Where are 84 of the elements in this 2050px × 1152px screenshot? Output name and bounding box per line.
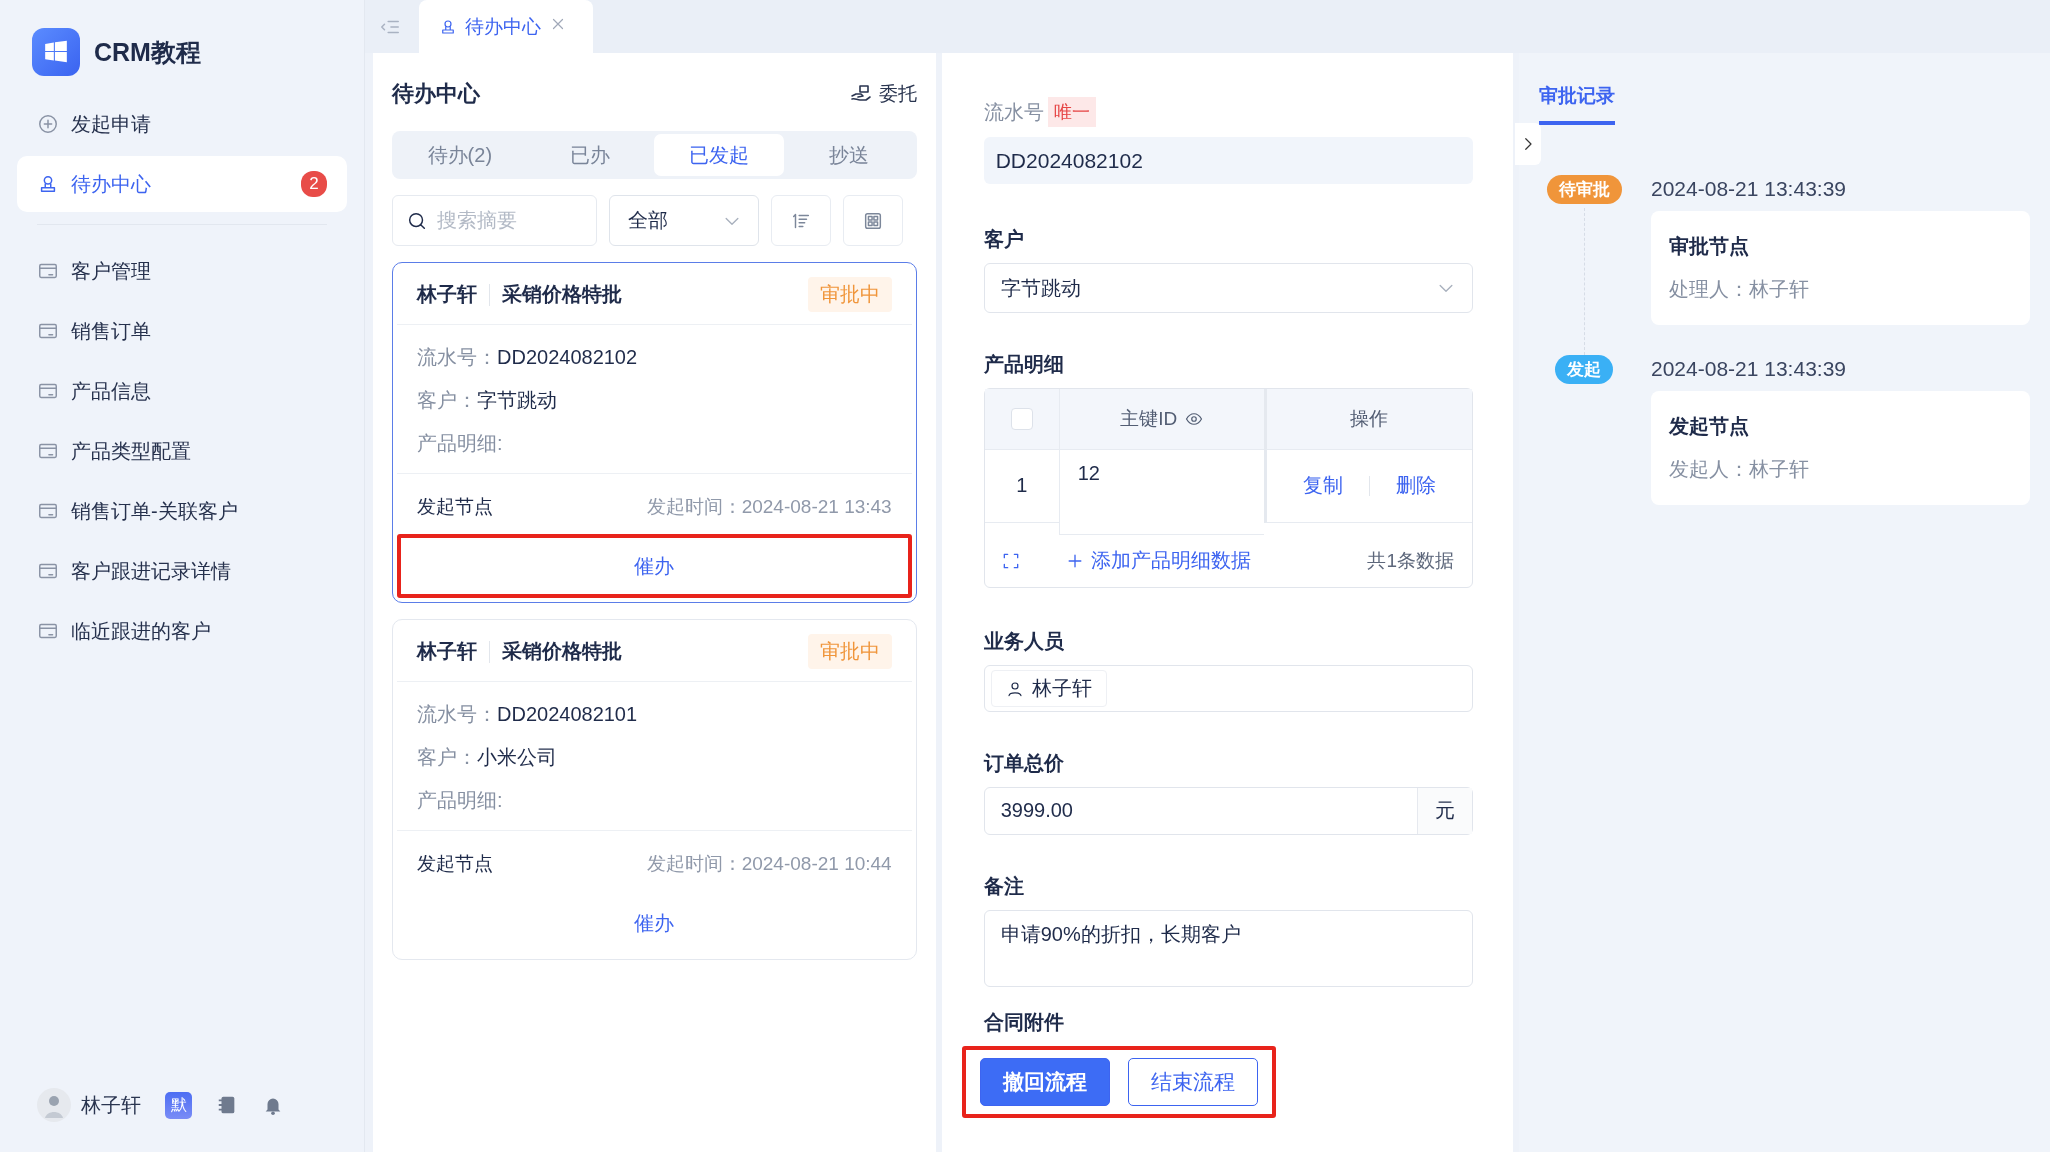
request-card[interactable]: 林子轩 采销价格特批 审批中 流水号：DD2024082102 客户：字节跳动 产品明细: 发起节点 发起时间：2024-08-21 13:43 催办 xyxy=(392,262,917,603)
field-label: 产品明细: xyxy=(417,430,503,456)
checkbox[interactable] xyxy=(1010,407,1033,430)
plus-circle-icon xyxy=(37,113,59,135)
field-value: 字节跳动 xyxy=(477,387,557,413)
field-label: 客户： xyxy=(417,744,477,770)
page-tab[interactable]: 待办中心 xyxy=(419,0,593,53)
node-name: 发起节点 xyxy=(417,495,493,519)
field-label: 备注 xyxy=(983,873,1024,899)
segment-tab[interactable]: 已发起 xyxy=(654,134,784,176)
applicant-name: 林子轩 xyxy=(417,282,477,307)
field-label: 产品明细: xyxy=(417,787,503,813)
node-name: 发起节点 xyxy=(417,852,493,876)
sidebar-item[interactable]: 待办中心 2 xyxy=(17,156,347,212)
column-header: 操作 xyxy=(1263,388,1472,450)
field-label: 客户： xyxy=(417,387,477,413)
table-action-link[interactable]: 删除 xyxy=(1395,472,1436,500)
price-field[interactable]: 3999.00 元 xyxy=(983,787,1473,835)
app-title: CRM教程 xyxy=(94,36,201,68)
table-cell: 12 xyxy=(1058,449,1264,535)
sidebar-item[interactable]: 临近跟进的客户 xyxy=(17,603,347,659)
handler-name: 发起人：林子轩 xyxy=(1669,457,1810,482)
logo-icon xyxy=(32,28,80,76)
row-number: 1 xyxy=(984,449,1059,523)
theme-badge[interactable]: 默 xyxy=(165,1091,192,1119)
sidebar-item[interactable]: 客户跟进记录详情 xyxy=(17,543,347,599)
column-header: 主键ID xyxy=(1120,406,1178,431)
request-type: 采销价格特批 xyxy=(502,639,622,664)
grid-view-button[interactable] xyxy=(843,195,903,246)
status-pill: 发起 xyxy=(1555,355,1613,384)
unique-tag: 唯一 xyxy=(1047,97,1096,127)
customer-select[interactable]: 字节跳动 xyxy=(983,263,1473,313)
sidebar-item[interactable]: 销售订单-关联客户 xyxy=(17,483,347,539)
record-tab[interactable]: 审批记录 xyxy=(1539,75,1615,125)
status-tag: 审批中 xyxy=(807,277,892,312)
serial-field[interactable]: DD2024082102 xyxy=(983,137,1473,185)
remind-button[interactable]: 催办 xyxy=(397,534,912,598)
table-action-link[interactable]: 复制 xyxy=(1302,472,1343,500)
sidebar-item[interactable]: 发起申请 xyxy=(17,96,347,152)
sidebar-item[interactable]: 产品信息 xyxy=(17,363,347,419)
status-tag: 审批中 xyxy=(807,634,892,669)
field-value: DD2024082101 xyxy=(497,702,638,726)
applicant-name: 林子轩 xyxy=(417,639,477,664)
expand-panel-button[interactable] xyxy=(1515,123,1541,165)
search-icon xyxy=(406,210,428,232)
sidebar-item[interactable]: 产品类型配置 xyxy=(17,423,347,479)
field-label: 业务人员 xyxy=(983,628,1064,654)
user-field[interactable]: 林子轩 xyxy=(983,664,1473,713)
delegate-button[interactable]: 委托 xyxy=(848,81,917,107)
sidebar-item[interactable]: 客户管理 xyxy=(17,243,347,299)
unit-addon: 元 xyxy=(1417,788,1472,834)
user-chip: 林子轩 xyxy=(990,670,1107,708)
sort-button[interactable] xyxy=(771,195,831,246)
field-label: 合同附件 xyxy=(983,1010,1064,1035)
row-count: 共1条数据 xyxy=(1367,548,1454,573)
field-label: 流水号： xyxy=(417,344,497,370)
request-type: 采销价格特批 xyxy=(502,282,622,307)
field-label: 流水号 xyxy=(983,99,1044,125)
search-field[interactable]: 搜索摘要 xyxy=(392,195,597,246)
field-label: 流水号： xyxy=(417,701,497,727)
process-button[interactable]: 撤回流程 xyxy=(979,1058,1110,1106)
filter-select[interactable]: 全部 xyxy=(609,195,759,246)
field-label: 客户 xyxy=(983,227,1024,253)
panel-title: 待办中心 xyxy=(392,80,480,108)
user-name: 林子轩 xyxy=(81,1092,141,1118)
sidebar-item[interactable]: 销售订单 xyxy=(17,303,347,359)
start-time: 发起时间：2024-08-21 13:43 xyxy=(646,495,892,519)
field-value: DD2024082102 xyxy=(497,345,638,369)
avatar[interactable] xyxy=(37,1088,71,1122)
status-pill: 待审批 xyxy=(1546,175,1622,204)
process-button[interactable]: 结束流程 xyxy=(1127,1058,1258,1106)
node-name: 审批节点 xyxy=(1669,234,1750,259)
handler-name: 处理人：林子轩 xyxy=(1669,277,1810,302)
node-name: 发起节点 xyxy=(1669,414,1750,439)
record-time: 2024-08-21 13:43:39 xyxy=(1651,177,1847,201)
request-card[interactable]: 林子轩 采销价格特批 审批中 流水号：DD2024082101 客户：小米公司 产品明细: 发起节点 发起时间：2024-08-21 10:44 催办 xyxy=(392,619,917,960)
count-badge: 2 xyxy=(301,171,327,197)
field-value: 小米公司 xyxy=(477,744,557,770)
record-time: 2024-08-21 13:43:39 xyxy=(1651,357,1847,381)
field-label: 产品明细 xyxy=(983,351,1064,377)
add-row-link[interactable]: 添加产品明细数据 xyxy=(1064,547,1251,575)
remark-textarea[interactable]: 申请90%的折扣，长期客户 xyxy=(983,909,1473,987)
field-label: 订单总价 xyxy=(983,751,1064,777)
start-time: 发起时间：2024-08-21 10:44 xyxy=(646,852,892,876)
